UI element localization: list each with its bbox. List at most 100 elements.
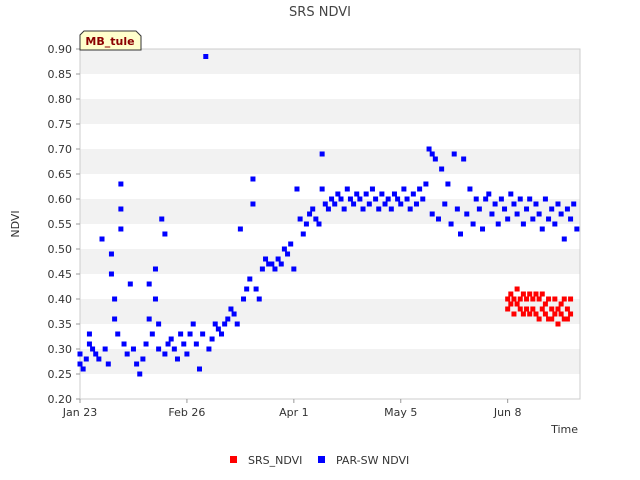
data-point bbox=[458, 231, 464, 237]
data-point bbox=[275, 256, 281, 262]
data-point bbox=[533, 311, 539, 317]
x-axis-label: Time bbox=[550, 423, 578, 436]
data-point bbox=[319, 186, 325, 192]
data-point bbox=[310, 206, 316, 212]
data-point bbox=[549, 316, 555, 322]
grid-band bbox=[80, 149, 580, 174]
data-point bbox=[401, 186, 407, 192]
data-point bbox=[558, 211, 564, 217]
y-tick-label: 0.70 bbox=[48, 143, 73, 156]
data-point bbox=[373, 196, 379, 202]
data-point bbox=[244, 286, 250, 292]
data-point bbox=[285, 251, 291, 257]
data-point bbox=[281, 246, 287, 252]
data-point bbox=[382, 201, 388, 207]
data-point bbox=[527, 291, 533, 297]
data-point bbox=[112, 296, 118, 302]
data-point bbox=[83, 356, 89, 362]
data-point bbox=[206, 346, 212, 352]
data-point bbox=[514, 301, 520, 307]
data-point bbox=[344, 186, 350, 192]
data-point bbox=[112, 316, 118, 322]
grid-band bbox=[80, 324, 580, 349]
data-point bbox=[511, 201, 517, 207]
data-point bbox=[225, 316, 231, 322]
data-point bbox=[564, 206, 570, 212]
data-point bbox=[297, 216, 303, 222]
data-point bbox=[502, 206, 508, 212]
data-point bbox=[219, 331, 225, 337]
data-point bbox=[96, 356, 102, 362]
data-point bbox=[514, 211, 520, 217]
data-point bbox=[530, 306, 536, 312]
data-point bbox=[508, 291, 514, 297]
data-point bbox=[108, 251, 114, 257]
data-point bbox=[461, 156, 467, 162]
y-tick-label: 0.60 bbox=[48, 193, 73, 206]
data-point bbox=[417, 186, 423, 192]
data-point bbox=[357, 196, 363, 202]
data-point bbox=[272, 266, 278, 272]
data-point bbox=[134, 361, 140, 367]
data-point bbox=[86, 331, 92, 337]
data-point bbox=[90, 346, 96, 352]
data-point bbox=[552, 296, 558, 302]
data-point bbox=[237, 226, 243, 232]
site-badge-label: MB_tule bbox=[85, 35, 134, 48]
data-point bbox=[152, 266, 158, 272]
grid-band bbox=[80, 374, 580, 399]
y-tick-label: 0.45 bbox=[48, 268, 73, 281]
data-point bbox=[552, 311, 558, 317]
data-point bbox=[269, 261, 275, 267]
data-point bbox=[379, 191, 385, 197]
data-point bbox=[156, 321, 162, 327]
data-point bbox=[520, 221, 526, 227]
data-point bbox=[193, 341, 199, 347]
data-point bbox=[549, 306, 555, 312]
data-point bbox=[520, 311, 526, 317]
data-point bbox=[473, 196, 479, 202]
data-point bbox=[492, 201, 498, 207]
data-point bbox=[263, 256, 269, 262]
data-point bbox=[542, 301, 548, 307]
data-point bbox=[124, 351, 130, 357]
data-point bbox=[77, 351, 83, 357]
data-point bbox=[568, 311, 574, 317]
data-point bbox=[77, 361, 83, 367]
data-point bbox=[498, 196, 504, 202]
grid-band bbox=[80, 49, 580, 74]
data-point bbox=[347, 196, 353, 202]
data-point bbox=[574, 226, 580, 232]
data-point bbox=[442, 201, 448, 207]
data-point bbox=[366, 201, 372, 207]
data-point bbox=[291, 266, 297, 272]
data-point bbox=[470, 221, 476, 227]
y-tick-label: 0.35 bbox=[48, 318, 73, 331]
data-point bbox=[546, 216, 552, 222]
data-point bbox=[149, 331, 155, 337]
data-point bbox=[102, 346, 108, 352]
data-point bbox=[174, 356, 180, 362]
data-point bbox=[171, 346, 177, 352]
data-point bbox=[564, 316, 570, 322]
data-point bbox=[527, 196, 533, 202]
data-point bbox=[178, 331, 184, 337]
data-point bbox=[555, 306, 561, 312]
data-point bbox=[209, 336, 215, 342]
data-point bbox=[524, 206, 530, 212]
data-point bbox=[332, 201, 338, 207]
data-point bbox=[517, 296, 523, 302]
grid-band bbox=[80, 174, 580, 199]
y-tick-label: 0.75 bbox=[48, 118, 73, 131]
data-point bbox=[489, 211, 495, 217]
data-point bbox=[222, 321, 228, 327]
y-tick-label: 0.55 bbox=[48, 218, 73, 231]
grid-band bbox=[80, 349, 580, 374]
data-point bbox=[536, 316, 542, 322]
data-point bbox=[495, 221, 501, 227]
data-point bbox=[546, 296, 552, 302]
data-point bbox=[429, 151, 435, 157]
x-axis-ticks: Jan 23 Feb 26 Apr 1 May 5 Jun 8 bbox=[62, 399, 522, 419]
data-point bbox=[410, 191, 416, 197]
data-point bbox=[360, 206, 366, 212]
